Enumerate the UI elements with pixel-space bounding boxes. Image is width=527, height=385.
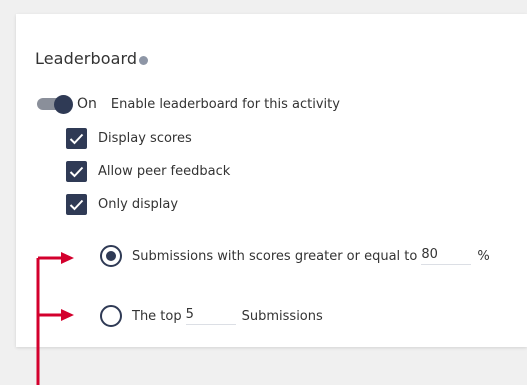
annotation-arrowhead-2 bbox=[61, 309, 74, 321]
annotation-arrows bbox=[36, 252, 74, 385]
annotation-arrowhead-1 bbox=[61, 252, 74, 264]
